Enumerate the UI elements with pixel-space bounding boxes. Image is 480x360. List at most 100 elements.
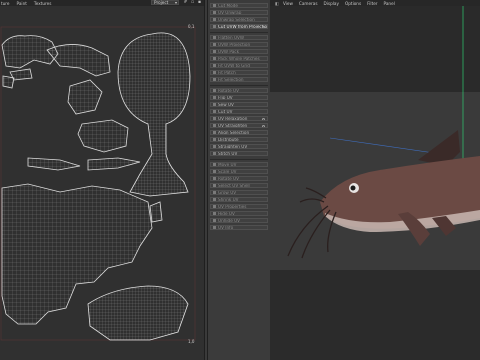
tool-icon <box>213 50 216 53</box>
sidebar-tool-button[interactable]: Unwrap Selection <box>210 17 268 22</box>
sidebar-tool-button[interactable]: Stitch UV <box>210 151 268 156</box>
tool-icon <box>213 4 216 7</box>
menu-panel[interactable]: Panel <box>384 1 395 6</box>
sidebar-tool-label: Align Selection <box>218 130 250 135</box>
view-icon[interactable]: ◧ <box>275 1 279 6</box>
tool-icon <box>213 43 216 46</box>
menu-texture[interactable]: ture <box>1 1 10 6</box>
sidebar-tool-button[interactable]: Cut Mode <box>210 3 268 8</box>
sidebar-tool-label: UV Info <box>218 225 234 230</box>
menu-view[interactable]: View <box>283 1 293 6</box>
sidebar-tool-button[interactable]: Move UV <box>210 162 268 167</box>
sidebar-tool-label: Stitch UV <box>218 151 238 156</box>
tool-icon <box>213 103 216 106</box>
sidebar-tool-button[interactable]: UV Straighten <box>210 123 268 128</box>
sidebar-tool-label: Fit Selection <box>218 77 244 82</box>
catfish-model-render <box>270 6 480 360</box>
sidebar-tool-button[interactable]: Select UV Shell <box>210 183 268 188</box>
tool-icon <box>213 219 216 222</box>
sidebar-tool-button[interactable]: Cut UVW from Projection <box>210 24 268 29</box>
tool-icon <box>213 198 216 201</box>
tool-icon <box>213 131 216 134</box>
uv-shell-barbel-1 <box>27 157 81 171</box>
uv-canvas[interactable]: 0,1 1,0 <box>0 6 204 360</box>
gear-icon[interactable] <box>262 25 265 28</box>
menu-options[interactable]: Options <box>345 1 361 6</box>
lock-icon[interactable]: ▫ <box>190 0 195 5</box>
projection-dropdown[interactable]: Project ▾ <box>151 0 179 5</box>
tool-icon <box>213 191 216 194</box>
uv-shell-small-2 <box>2 75 15 89</box>
sidebar-tool-button[interactable]: UV Unwrap <box>210 10 268 15</box>
uv-shell-head-bottom <box>117 32 191 197</box>
uv-shell-belly <box>87 285 189 341</box>
sidebar-tool-label: Select UV Shell <box>218 183 250 188</box>
sidebar-tool-label: UVW Projection <box>218 42 251 47</box>
sidebar-tool-button[interactable]: Grow UV <box>210 190 268 195</box>
sidebar-tool-label: Shrink UV <box>218 197 239 202</box>
sidebar-tool-button[interactable]: Straighten UV <box>210 144 268 149</box>
sidebar-tool-button[interactable]: Rotate UV <box>210 88 268 93</box>
sidebar-tool-label: Cut UV <box>218 109 233 114</box>
3d-viewport-panel: ◧ View Cameras Display Options Filter Pa… <box>270 0 480 360</box>
tool-icon <box>213 124 216 127</box>
grid-icon[interactable]: # <box>183 0 188 5</box>
sidebar-tool-button[interactable]: Pack Whole Patches <box>210 56 268 61</box>
gear-icon[interactable] <box>262 117 265 120</box>
tool-icon <box>213 18 216 21</box>
sidebar-tool-button[interactable]: Sew UV <box>210 102 268 107</box>
sidebar-tool-button[interactable]: UV Info <box>210 225 268 230</box>
sidebar-tool-label: UV Straighten <box>218 123 248 128</box>
menu-paint[interactable]: Paint <box>17 1 27 6</box>
sidebar-tool-label: UV Unwrap <box>218 10 242 15</box>
sidebar-separator <box>210 159 268 160</box>
uv-shell-head-top <box>46 44 111 77</box>
sidebar-separator <box>210 32 268 33</box>
sidebar-tool-button[interactable]: Flip UV <box>210 95 268 100</box>
3d-scene[interactable] <box>270 6 480 360</box>
uv-map-svg <box>0 26 196 341</box>
sidebar-tool-button[interactable]: Fit Patch <box>210 70 268 75</box>
tool-icon <box>213 163 216 166</box>
sidebar-tool-button[interactable]: UV Properties <box>210 204 268 209</box>
uv-shell-barbel-2 <box>87 157 141 171</box>
sidebar-tool-button[interactable]: Distribute <box>210 137 268 142</box>
uv-shell-gill <box>67 79 103 115</box>
sidebar-tool-label: UVW Pack <box>218 49 240 54</box>
menu-display[interactable]: Display <box>324 1 339 6</box>
tool-icon <box>213 205 216 208</box>
sidebar-tool-button[interactable]: Hide UV <box>210 211 268 216</box>
sidebar-tool-button[interactable]: Fit UVW to Grid <box>210 63 268 68</box>
tool-icon <box>213 226 216 229</box>
tool-icon <box>213 89 216 92</box>
sidebar-tool-button[interactable]: UV Relaxation <box>210 116 268 121</box>
sidebar-tool-button[interactable]: Shrink UV <box>210 197 268 202</box>
sidebar-tool-label: Unhide UV <box>218 218 241 223</box>
sidebar-tool-label: UV Relaxation <box>218 116 248 121</box>
menu-textures[interactable]: Textures <box>34 1 52 6</box>
sidebar-tool-label: Hide UV <box>218 211 235 216</box>
sidebar-tool-button[interactable]: Scale UV <box>210 169 268 174</box>
sidebar-tool-label: Unwrap Selection <box>218 17 255 22</box>
sidebar-tool-button[interactable]: Align Selection <box>210 130 268 135</box>
sidebar-tool-label: Pack Whole Patches <box>218 56 260 61</box>
sidebar-tool-button[interactable]: Rotate UV <box>210 176 268 181</box>
gear-icon[interactable] <box>262 124 265 127</box>
sidebar-tool-label: Cut Mode <box>218 3 238 8</box>
sidebar-tool-button[interactable]: Unhide UV <box>210 218 268 223</box>
sidebar-tool-button[interactable]: Cut UV <box>210 109 268 114</box>
menu-filter[interactable]: Filter <box>367 1 377 6</box>
sidebar-tool-button[interactable]: UVW Projection <box>210 42 268 47</box>
sidebar-tool-button[interactable]: Flatten UVW <box>210 35 268 40</box>
sidebar-tool-button[interactable]: Fit Selection <box>210 77 268 82</box>
sidebar-separator <box>210 85 268 86</box>
sidebar-tool-label: Move UV <box>218 162 237 167</box>
tool-icon <box>213 184 216 187</box>
sidebar-tool-button[interactable]: UVW Pack <box>210 49 268 54</box>
sidebar-tool-label: Fit Patch <box>218 70 236 75</box>
fullscreen-icon[interactable]: ▪ <box>197 0 202 5</box>
tool-icon <box>213 152 216 155</box>
menu-cameras[interactable]: Cameras <box>299 1 318 6</box>
uv-corner-label-bottom: 1,0 <box>188 339 195 344</box>
tool-icon <box>213 71 216 74</box>
